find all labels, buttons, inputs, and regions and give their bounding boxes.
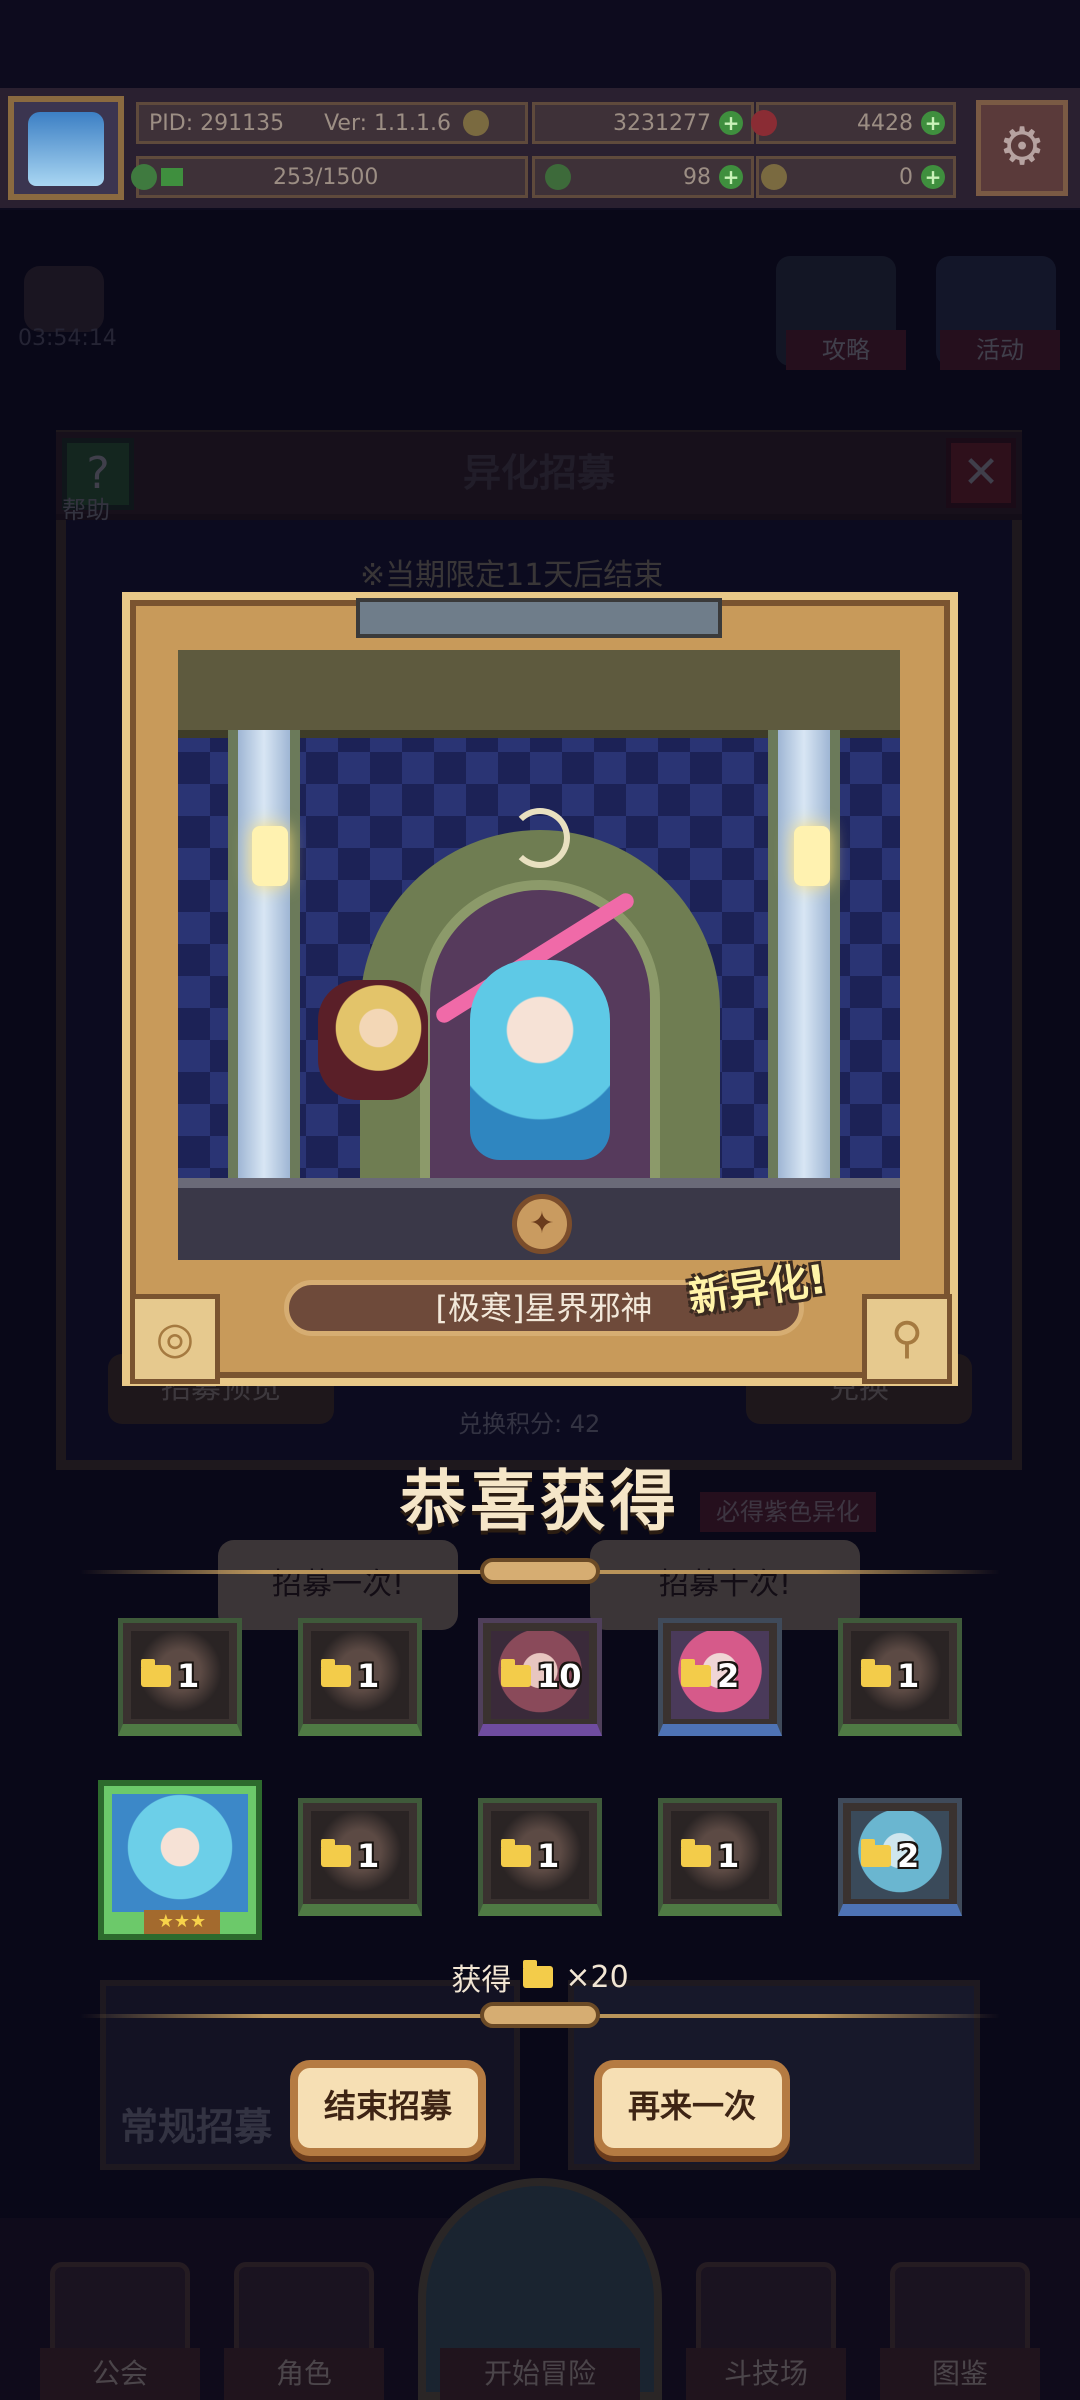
exp-fill xyxy=(161,168,183,186)
gem-bar: 4428 + xyxy=(751,102,956,144)
gem-amount: 4428 xyxy=(857,110,913,136)
divider-ornament-icon xyxy=(480,1558,600,1584)
recruit-again-button[interactable]: 再来一次 xyxy=(594,2060,790,2156)
reward-tile[interactable]: 1 xyxy=(298,1618,422,1736)
left-lamp-icon xyxy=(252,826,288,886)
card-corner-left-icon: ◎ xyxy=(130,1294,220,1384)
reward-tile[interactable]: 1 xyxy=(298,1798,422,1916)
avatar-portrait xyxy=(28,112,104,186)
shard-icon xyxy=(321,1659,351,1687)
rarity-medal-icon: ✦ xyxy=(512,1194,572,1254)
right-pillar xyxy=(768,730,840,1190)
gold-amount: 3231277 xyxy=(613,110,711,136)
scene-lintel xyxy=(178,650,900,738)
reward-count: 2 xyxy=(717,1657,740,1695)
divider-ornament-icon xyxy=(480,2002,600,2028)
moon-emblem-icon xyxy=(510,808,570,868)
clover-level-icon xyxy=(131,164,157,190)
add-clover-icon[interactable]: + xyxy=(719,165,743,189)
add-ticket-icon[interactable]: + xyxy=(921,165,945,189)
exp-bar: 253/1500 xyxy=(131,156,528,198)
reward-tile[interactable]: 2 xyxy=(838,1798,962,1916)
reward-count: 1 xyxy=(357,1657,380,1695)
shard-icon xyxy=(501,1839,531,1867)
reward-tile[interactable]: 1 xyxy=(838,1618,962,1736)
gain-summary: 获得 ×20 xyxy=(0,1955,1080,1999)
coin-icon xyxy=(463,110,490,136)
nav-role[interactable]: 角色 xyxy=(224,2348,384,2400)
villain-sprite xyxy=(318,980,428,1100)
nav-guild[interactable]: 公会 xyxy=(40,2348,200,2400)
nav-codex[interactable]: 图鉴 xyxy=(880,2348,1040,2400)
reward-count: 1 xyxy=(357,1837,380,1875)
reward-count: 10 xyxy=(537,1657,582,1695)
gold-bar: 3231277 + xyxy=(532,102,754,144)
ticket-amount: 0 xyxy=(899,164,913,190)
version-text: Ver: 1.1.1.6 xyxy=(324,110,452,136)
add-gem-icon[interactable]: + xyxy=(921,111,945,135)
reward-count: 1 xyxy=(717,1837,740,1875)
new-character-tile[interactable]: ★★★ xyxy=(98,1780,262,1940)
shard-icon xyxy=(523,1960,554,1988)
reward-count: 1 xyxy=(897,1657,920,1695)
congrats-title: 恭喜获得 xyxy=(400,1463,680,1540)
right-lamp-icon xyxy=(794,826,830,886)
card-top-plate xyxy=(356,598,722,638)
exp-text: 253/1500 xyxy=(273,164,379,190)
shard-icon xyxy=(141,1659,171,1687)
end-recruit-button[interactable]: 结束招募 xyxy=(290,2060,486,2156)
gain-amount: ×20 xyxy=(565,1959,629,1995)
left-pillar xyxy=(228,730,300,1190)
clover-icon xyxy=(545,164,571,190)
clover-bar: 98 + xyxy=(532,156,754,198)
clover-amount: 98 xyxy=(683,164,711,190)
shard-icon xyxy=(501,1659,531,1687)
pid-text: PID: 291135 xyxy=(149,110,285,136)
add-gold-icon[interactable]: + xyxy=(719,111,743,135)
shard-icon xyxy=(861,1659,891,1687)
nav-arena[interactable]: 斗技场 xyxy=(686,2348,846,2400)
nav-adventure[interactable]: 开始冒险 xyxy=(440,2348,640,2400)
reward-tile[interactable]: 2 xyxy=(658,1618,782,1736)
pid-bar: PID: 291135 Ver: 1.1.1.6 xyxy=(136,102,528,144)
shard-icon xyxy=(861,1839,891,1867)
new-character-portrait xyxy=(112,1794,248,1912)
reward-count: 1 xyxy=(537,1837,560,1875)
settings-gear-icon[interactable]: ⚙ xyxy=(976,100,1068,196)
reward-tile[interactable]: 1 xyxy=(478,1798,602,1916)
ticket-icon xyxy=(761,164,787,190)
reward-count: 2 xyxy=(897,1837,920,1875)
card-corner-right-icon: ⚲ xyxy=(862,1294,952,1384)
gain-label: 获得 xyxy=(451,1963,512,1998)
shard-icon xyxy=(681,1659,711,1687)
gem-icon xyxy=(751,110,777,136)
ticket-bar: 0 + xyxy=(756,156,956,198)
character-sprite xyxy=(470,960,610,1160)
shard-icon xyxy=(321,1839,351,1867)
reward-tile[interactable]: 10 xyxy=(478,1618,602,1736)
shard-icon xyxy=(681,1839,711,1867)
player-avatar[interactable] xyxy=(8,96,124,200)
reward-tile[interactable]: 1 xyxy=(658,1798,782,1916)
star-rating: ★★★ xyxy=(144,1910,220,1934)
reward-tile[interactable]: 1 xyxy=(118,1618,242,1736)
reward-count: 1 xyxy=(177,1657,200,1695)
